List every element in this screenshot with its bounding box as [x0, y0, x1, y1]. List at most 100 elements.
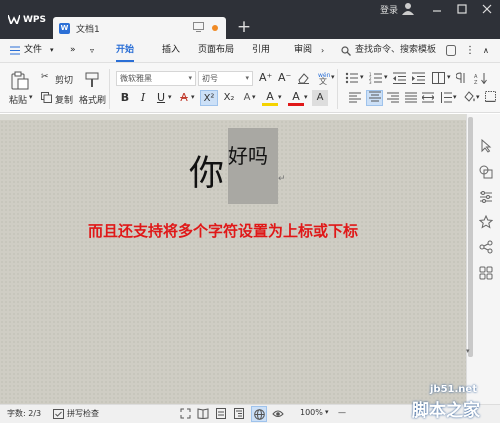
- document-tab-title: 文档1: [76, 24, 100, 35]
- more-left-icon[interactable]: »: [70, 39, 76, 62]
- superscript-button[interactable]: X²: [200, 90, 218, 106]
- distributed-icon[interactable]: [422, 92, 434, 103]
- web-view-button[interactable]: [251, 406, 267, 422]
- command-search-input[interactable]: 查找命令、搜索模板: [355, 39, 436, 62]
- outline-view-icon[interactable]: [234, 408, 244, 419]
- watermark-name: 脚本之家: [412, 401, 480, 421]
- document-tab[interactable]: W 文档1: [53, 17, 226, 39]
- phonetic-chevron-icon[interactable]: ▾: [331, 73, 335, 81]
- shrink-font-button[interactable]: A⁻: [278, 71, 291, 84]
- align-left-icon[interactable]: [349, 92, 361, 103]
- hamburger-menu-icon[interactable]: [10, 46, 20, 55]
- scissors-icon: ✂: [41, 72, 49, 82]
- eye-protection-icon[interactable]: [272, 408, 284, 419]
- font-color-chevron-icon[interactable]: ▾: [304, 93, 308, 101]
- underline-chevron-icon[interactable]: ▾: [168, 93, 172, 101]
- adjust-settings-icon[interactable]: [479, 190, 493, 204]
- clear-format-icon[interactable]: [297, 72, 310, 84]
- login-link[interactable]: 登录: [380, 3, 398, 16]
- more-options-icon[interactable]: ⋮: [465, 39, 475, 62]
- highlight-button[interactable]: A: [262, 90, 278, 106]
- user-avatar-icon[interactable]: [402, 2, 414, 15]
- highlight-chevron-icon[interactable]: ▾: [278, 93, 282, 101]
- chinese-layout-icon[interactable]: [432, 72, 445, 84]
- scroll-down-icon[interactable]: ▾: [466, 347, 470, 355]
- strikethrough-button[interactable]: A: [176, 90, 192, 106]
- word-count[interactable]: 字数: 2/3: [7, 408, 41, 419]
- paragraph-mark: ↵: [278, 174, 286, 184]
- shapes-icon[interactable]: [479, 165, 493, 179]
- decrease-indent-icon[interactable]: [393, 72, 406, 84]
- watermark-domain: jb51.net: [430, 384, 477, 395]
- zoom-chevron-icon[interactable]: ▾: [325, 408, 329, 416]
- share-icon[interactable]: [446, 45, 456, 56]
- justify-icon[interactable]: [405, 92, 417, 103]
- apps-grid-icon[interactable]: [479, 266, 493, 280]
- vertical-scrollbar[interactable]: [468, 117, 473, 357]
- more-tabs-icon[interactable]: ›: [321, 39, 324, 62]
- numbered-list-icon[interactable]: 123: [369, 72, 383, 84]
- monitor-icon[interactable]: [193, 22, 204, 32]
- chinese-layout-chevron-icon[interactable]: ▾: [447, 73, 451, 81]
- cut-button[interactable]: 剪切: [55, 73, 73, 86]
- share-nodes-icon[interactable]: [479, 240, 493, 254]
- strikethrough-chevron-icon[interactable]: ▾: [191, 93, 195, 101]
- align-center-button[interactable]: [366, 90, 383, 106]
- star-icon[interactable]: [479, 215, 493, 229]
- read-mode-icon[interactable]: [197, 408, 209, 419]
- sort-icon[interactable]: AZ: [474, 72, 487, 84]
- font-color-button[interactable]: A: [288, 90, 304, 106]
- bold-button[interactable]: B: [117, 90, 133, 106]
- shading-icon[interactable]: [463, 91, 476, 103]
- copy-button[interactable]: 复制: [55, 93, 73, 106]
- paste-button[interactable]: 粘贴: [9, 93, 27, 106]
- new-tab-button[interactable]: +: [234, 17, 254, 37]
- bullet-chevron-icon[interactable]: ▾: [360, 73, 364, 81]
- align-right-icon[interactable]: [387, 92, 399, 103]
- borders-icon[interactable]: [485, 91, 496, 102]
- tab-page-layout[interactable]: 页面布局: [198, 39, 234, 62]
- close-icon[interactable]: [480, 2, 494, 16]
- minimize-icon[interactable]: [430, 2, 444, 16]
- font-name-chevron-icon: ▾: [188, 74, 192, 82]
- line-spacing-chevron-icon[interactable]: ▾: [453, 93, 457, 101]
- tab-home[interactable]: 开始: [116, 39, 135, 62]
- numbered-chevron-icon[interactable]: ▾: [384, 73, 388, 81]
- line-spacing-icon[interactable]: [440, 92, 452, 103]
- increase-indent-icon[interactable]: [412, 72, 425, 84]
- tab-references[interactable]: 引用: [252, 39, 270, 62]
- tab-insert[interactable]: 插入: [162, 39, 180, 62]
- customize-chevron-icon[interactable]: ▿: [90, 39, 94, 62]
- format-painter-button[interactable]: 格式刷: [79, 93, 106, 106]
- spell-check-button[interactable]: 拼写检查: [67, 408, 99, 419]
- svg-text:Z: Z: [474, 80, 478, 84]
- page-view-icon[interactable]: [216, 408, 226, 419]
- collapse-ribbon-icon[interactable]: ∧: [483, 39, 489, 62]
- zoom-level[interactable]: 100%: [300, 408, 323, 417]
- italic-button[interactable]: I: [135, 90, 151, 106]
- phonetic-guide-icon[interactable]: wén文: [317, 71, 330, 85]
- font-size-select[interactable]: 初号 ▾: [198, 71, 253, 86]
- grow-font-button[interactable]: A⁺: [259, 71, 272, 84]
- paste-chevron-icon[interactable]: ▾: [29, 93, 33, 101]
- show-hide-marks-icon[interactable]: [456, 72, 467, 84]
- wps-logo[interactable]: WPS: [8, 0, 46, 39]
- font-name-select[interactable]: 微软雅黑 ▾: [116, 71, 196, 86]
- font-name-value: 微软雅黑: [120, 74, 152, 83]
- select-pointer-icon[interactable]: [479, 139, 493, 153]
- subscript-button[interactable]: X₂: [220, 90, 238, 106]
- underline-button[interactable]: U: [153, 90, 169, 106]
- text-effect-chevron-icon[interactable]: ▾: [252, 93, 256, 101]
- char-shading-button[interactable]: A: [312, 90, 328, 106]
- globe-icon: [254, 409, 265, 420]
- tab-review[interactable]: 审阅: [294, 39, 312, 62]
- paste-icon[interactable]: [11, 71, 29, 90]
- zoom-out-icon[interactable]: —: [338, 408, 346, 417]
- file-menu-chevron-icon[interactable]: ▾: [50, 39, 54, 62]
- file-menu[interactable]: 文件: [24, 39, 42, 62]
- format-painter-icon[interactable]: [84, 72, 100, 88]
- maximize-icon[interactable]: [455, 2, 469, 16]
- shading-chevron-icon[interactable]: ▾: [476, 93, 480, 101]
- bullet-list-icon[interactable]: [345, 72, 359, 84]
- fullscreen-icon[interactable]: [180, 408, 191, 419]
